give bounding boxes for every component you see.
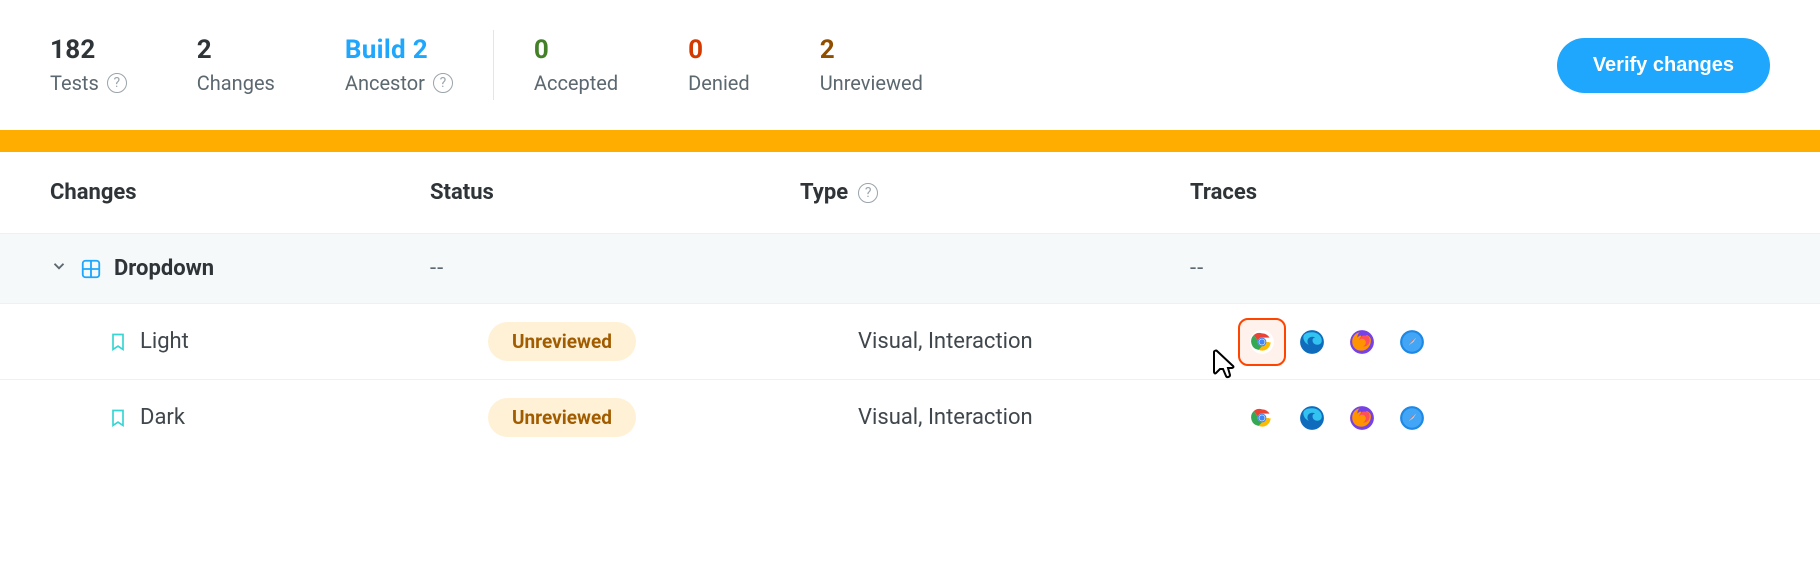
help-icon[interactable]: ?: [107, 73, 127, 93]
edge-icon[interactable]: [1298, 328, 1326, 356]
change-type: Visual, Interaction: [858, 329, 1248, 354]
stat-denied: 0 Denied: [688, 35, 750, 94]
safari-icon[interactable]: [1398, 328, 1426, 356]
chevron-down-icon[interactable]: [50, 256, 68, 281]
changes-table: Changes Status Type ? Traces Dropdown --…: [0, 152, 1820, 455]
col-header-type-label: Type: [800, 180, 848, 205]
story-name: Dark: [140, 405, 185, 430]
stats-header: 182 Tests ? 2 Changes Build 2 Ancestor ?…: [0, 0, 1820, 130]
progress-bar: [0, 130, 1820, 152]
stat-changes: 2 Changes: [197, 35, 275, 94]
chrome-icon[interactable]: [1248, 328, 1276, 356]
col-header-status: Status: [430, 180, 800, 205]
stat-changes-label: Changes: [197, 71, 275, 95]
stat-ancestor: Build 2 Ancestor ?: [345, 35, 453, 94]
stat-unreviewed-value: 2: [820, 35, 923, 66]
divider: [493, 30, 494, 100]
edge-icon[interactable]: [1298, 404, 1326, 432]
firefox-icon[interactable]: [1348, 404, 1376, 432]
col-header-traces: Traces: [1190, 180, 1770, 205]
stat-changes-value: 2: [197, 35, 275, 66]
stat-ancestor-label: Ancestor: [345, 71, 425, 95]
stat-tests-value: 182: [50, 35, 127, 66]
stat-accepted-value: 0: [534, 35, 618, 66]
traces-cell: [1248, 328, 1770, 356]
help-icon[interactable]: ?: [433, 73, 453, 93]
verify-changes-button[interactable]: Verify changes: [1557, 38, 1770, 93]
stat-accepted: 0 Accepted: [534, 35, 618, 94]
group-status: --: [430, 256, 800, 281]
change-type: Visual, Interaction: [858, 405, 1248, 430]
table-row[interactable]: Dark Unreviewed Visual, Interaction: [0, 379, 1820, 455]
bookmark-icon: [108, 330, 128, 354]
traces-cell: [1248, 404, 1770, 432]
bookmark-icon: [108, 406, 128, 430]
table-row[interactable]: Light Unreviewed Visual, Interaction: [0, 303, 1820, 379]
help-icon[interactable]: ?: [858, 183, 878, 203]
status-badge: Unreviewed: [488, 322, 636, 361]
stat-tests-label: Tests: [50, 71, 99, 95]
stat-unreviewed: 2 Unreviewed: [820, 35, 923, 94]
chrome-icon[interactable]: [1248, 404, 1276, 432]
group-row[interactable]: Dropdown -- --: [0, 233, 1820, 303]
group-name: Dropdown: [114, 256, 214, 281]
stat-unreviewed-label: Unreviewed: [820, 71, 923, 95]
col-header-changes: Changes: [50, 180, 430, 205]
table-header-row: Changes Status Type ? Traces: [0, 152, 1820, 233]
stat-denied-value: 0: [688, 35, 750, 66]
stat-accepted-label: Accepted: [534, 71, 618, 95]
group-traces: --: [1190, 256, 1770, 281]
story-name: Light: [140, 329, 189, 354]
col-header-type: Type ?: [800, 180, 1190, 205]
component-icon: [80, 258, 102, 280]
firefox-icon[interactable]: [1348, 328, 1376, 356]
stat-tests: 182 Tests ?: [50, 35, 127, 94]
safari-icon[interactable]: [1398, 404, 1426, 432]
status-badge: Unreviewed: [488, 398, 636, 437]
stat-ancestor-value[interactable]: Build 2: [345, 35, 453, 66]
stat-denied-label: Denied: [688, 71, 750, 95]
